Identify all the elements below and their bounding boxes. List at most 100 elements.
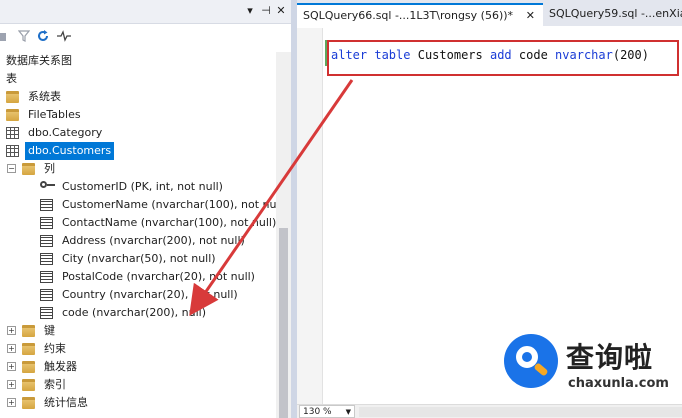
folder-icon (22, 361, 35, 373)
tree-node[interactable]: FileTables (6, 106, 276, 124)
tree-node-label: Address (nvarchar(200), not null) (62, 234, 245, 247)
tree-node-label: 系统表 (28, 90, 61, 103)
tree-node-label: 索引 (44, 378, 66, 391)
keyword-alter: alter (331, 48, 368, 62)
filter-icon[interactable] (17, 29, 31, 45)
expand-icon[interactable]: + (7, 398, 16, 407)
watermark-title: 查询啦 (566, 341, 654, 374)
tab-sqlquery59[interactable]: SQLQuery59.sql -...enXiao (543, 3, 682, 26)
key-icon (40, 181, 55, 193)
pin-icon[interactable]: ⊣ (259, 4, 273, 18)
dropdown-icon[interactable]: ▾ (243, 4, 257, 18)
folder-icon (22, 343, 35, 355)
explorer-header: ▾ ⊣ ✕ (0, 0, 291, 24)
folder-icon (6, 109, 19, 121)
tree-node-label: 键 (44, 324, 55, 337)
tree-node-label: CustomerName (nvarchar(100), not null) (62, 198, 276, 211)
close-icon[interactable]: ✕ (274, 4, 288, 18)
tree-node[interactable]: CustomerName (nvarchar(100), not null) (40, 196, 276, 214)
tree-node[interactable]: Country (nvarchar(20), not null) (40, 286, 276, 304)
zoom-select[interactable]: 130 % ▼ (299, 405, 355, 418)
tree-node[interactable]: CustomerID (PK, int, not null) (40, 178, 276, 196)
tree-node-label: 约束 (44, 342, 66, 355)
tree-node[interactable]: + 统计信息 (7, 394, 276, 412)
tree-node[interactable]: + 约束 (7, 340, 276, 358)
activity-icon[interactable] (56, 29, 72, 45)
folder-icon (22, 325, 35, 337)
tree-node-label: 数据库关系图 (6, 54, 72, 67)
document-tab-strip: SQLQuery66.sql -...1L3T\rongsy (56))* ✕ … (297, 0, 682, 26)
tree-node[interactable]: 系统表 (6, 88, 276, 106)
object-explorer: ▾ ⊣ ✕ 数据库关系图表系统表 FileTables dbo.Category db… (0, 0, 291, 418)
tree-node[interactable]: + 键 (7, 322, 276, 340)
tab-underline (297, 26, 682, 28)
tree-node[interactable]: dbo.Customers (6, 142, 276, 160)
type-length: 200 (620, 48, 642, 62)
tree-node[interactable]: 表 (6, 70, 276, 88)
tree-node[interactable]: + 触发器 (7, 358, 276, 376)
column-icon (40, 271, 53, 283)
tree-node[interactable]: + 索引 (7, 376, 276, 394)
tree-node-label: 表 (6, 72, 17, 85)
folder-icon (22, 397, 35, 409)
column-icon (40, 217, 53, 229)
table-icon (6, 127, 19, 139)
table-name: Customers (417, 48, 483, 62)
expand-icon[interactable]: + (7, 362, 16, 371)
code-line[interactable]: alter table Customers add code nvarchar(… (331, 46, 649, 64)
tree-node-label: Country (nvarchar(20), not null) (62, 288, 238, 301)
tree-scroll-thumb[interactable] (279, 228, 288, 418)
tree-node[interactable]: City (nvarchar(50), not null) (40, 250, 276, 268)
keyword-table: table (374, 48, 411, 62)
tree-node-label: code (nvarchar(200), null) (62, 306, 207, 319)
tree-scrollbar[interactable] (276, 52, 291, 418)
tab-label: SQLQuery66.sql -...1L3T\rongsy (56))* (303, 9, 514, 22)
watermark: 查询啦 chaxunla.com (500, 330, 680, 410)
folder-icon (22, 163, 35, 175)
column-icon (40, 235, 53, 247)
tree-node-label: dbo.Customers (25, 142, 115, 160)
collapse-icon[interactable]: − (7, 164, 16, 173)
toolbar-grip (0, 33, 6, 41)
expand-icon[interactable]: + (7, 380, 16, 389)
search-logo-icon (504, 334, 558, 388)
line-gutter (297, 28, 323, 404)
explorer-toolbar (0, 26, 291, 50)
expand-icon[interactable]: + (7, 326, 16, 335)
close-tab-icon[interactable]: ✕ (526, 5, 535, 26)
folder-icon (22, 379, 35, 391)
tree-node[interactable]: ContactName (nvarchar(100), not null) (40, 214, 276, 232)
tab-label: SQLQuery59.sql -...enXiao (549, 7, 682, 20)
tab-sqlquery66[interactable]: SQLQuery66.sql -...1L3T\rongsy (56))* ✕ (297, 3, 543, 26)
refresh-icon[interactable] (36, 29, 50, 45)
chevron-down-icon: ▼ (345, 408, 351, 416)
column-icon (40, 289, 53, 301)
tree-node-label: dbo.Category (28, 126, 103, 139)
tree-node[interactable]: − 列 (7, 160, 276, 178)
tree-node[interactable]: PostalCode (nvarchar(20), not null) (40, 268, 276, 286)
tree-node[interactable]: 数据库关系图 (6, 52, 276, 70)
column-icon (40, 253, 53, 265)
tree-node-label: 列 (44, 162, 55, 175)
open-paren: ( (612, 48, 621, 62)
watermark-domain: chaxunla.com (568, 376, 669, 391)
tree-node[interactable]: Address (nvarchar(200), not null) (40, 232, 276, 250)
close-paren: ) (641, 48, 649, 62)
column-name: code (518, 48, 548, 62)
expand-icon[interactable]: + (7, 344, 16, 353)
keyword-add: add (489, 48, 512, 62)
tree-node-label: 触发器 (44, 360, 77, 373)
table-icon (6, 145, 19, 157)
tree-node[interactable]: code (nvarchar(200), null) (40, 304, 276, 322)
folder-icon (6, 91, 19, 103)
tree-node-label: City (nvarchar(50), not null) (62, 252, 216, 265)
column-icon (40, 199, 53, 211)
tree-node[interactable]: dbo.Category (6, 124, 276, 142)
object-tree: 数据库关系图表系统表 FileTables dbo.Category dbo.Cust… (0, 52, 276, 418)
tree-node-label: FileTables (28, 108, 81, 121)
tree-node-label: 统计信息 (44, 396, 88, 409)
tree-node-label: CustomerID (PK, int, not null) (62, 180, 223, 193)
column-icon (40, 307, 53, 319)
tree-node-label: ContactName (nvarchar(100), not null) (62, 216, 276, 229)
tree-node-label: PostalCode (nvarchar(20), not null) (62, 270, 255, 283)
